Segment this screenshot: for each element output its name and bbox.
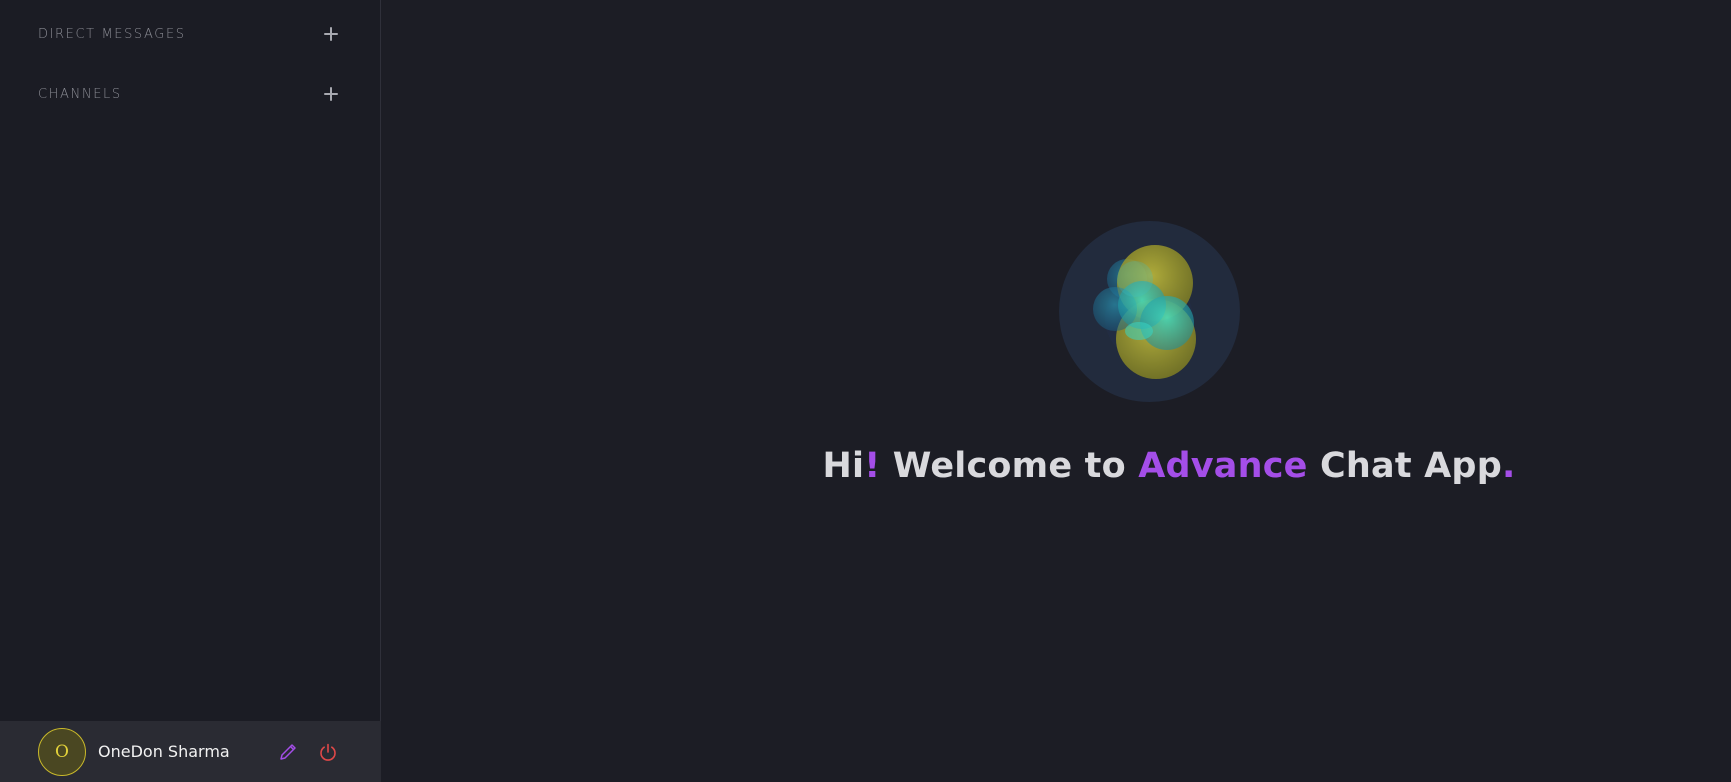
power-icon — [320, 743, 336, 761]
welcome-exclamation: ! — [864, 446, 881, 486]
app-logo — [1059, 221, 1240, 402]
avatar-initial: O — [55, 741, 69, 762]
app-root: DIRECT MESSAGES CHANNELS O OneDon Sharma — [0, 0, 1731, 782]
avatar[interactable]: O — [38, 727, 86, 776]
logout-button[interactable] — [316, 740, 340, 764]
direct-messages-title: DIRECT MESSAGES — [38, 26, 186, 42]
welcome-message: Hi! Welcome to Advance Chat App. — [381, 446, 1731, 486]
profile-name: OneDon Sharma — [98, 742, 230, 761]
welcome-dot: . — [1501, 446, 1516, 486]
channels-title: CHANNELS — [38, 86, 122, 102]
edit-profile-button[interactable] — [276, 740, 300, 764]
plus-icon — [324, 27, 338, 41]
sidebar: DIRECT MESSAGES CHANNELS O OneDon Sharma — [0, 0, 381, 782]
pencil-icon — [280, 743, 296, 760]
welcome-heading: Hi! Welcome to Advance Chat App. — [823, 446, 1516, 486]
welcome-highlight: Advance — [1138, 446, 1308, 486]
main-panel: Hi! Welcome to Advance Chat App. — [381, 0, 1731, 782]
profile-actions — [276, 740, 340, 764]
welcome-app-name: Chat App — [1307, 446, 1502, 486]
plus-icon — [324, 87, 338, 101]
add-direct-message-button[interactable] — [319, 22, 343, 46]
channels-header: CHANNELS — [38, 82, 343, 106]
add-channel-button[interactable] — [319, 82, 343, 106]
direct-messages-header: DIRECT MESSAGES — [38, 22, 343, 46]
bubbles-logo-icon — [1093, 245, 1196, 379]
welcome-hi: Hi — [822, 446, 865, 486]
welcome-text: Welcome to — [880, 446, 1139, 486]
profile-bar: O OneDon Sharma — [0, 721, 381, 782]
